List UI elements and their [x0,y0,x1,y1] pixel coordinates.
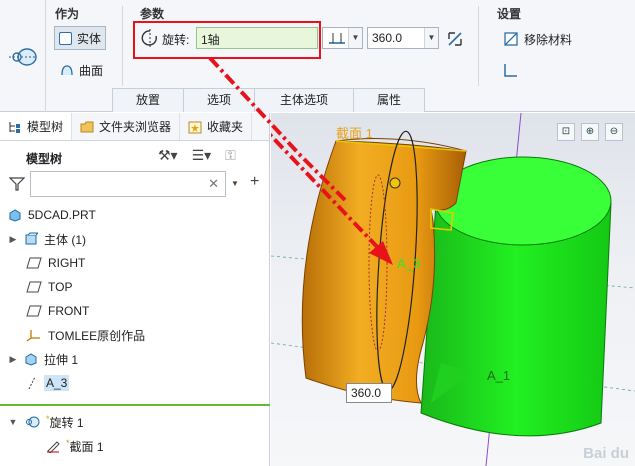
group-title-as: 作为 [55,7,80,21]
chevron-down-icon: ▼ [348,28,362,48]
tab-properties[interactable]: 属性 [353,88,425,112]
panel-tabs: 模型树 文件夹浏览器 收藏夹 [0,113,269,141]
tree-item-body[interactable]: ▶ 主体 (1) [8,229,86,249]
insert-indicator [0,404,270,406]
tab-model-tree-label: 模型树 [27,120,64,134]
surface-button[interactable]: 曲面 [56,58,107,82]
chevron-down-icon[interactable]: ▼ [231,179,239,188]
flip-direction-icon[interactable] [446,30,464,48]
favorites-icon [188,121,202,133]
tree-item-label: TOMLEE原创作品 [48,328,146,343]
tab-options[interactable]: 选项 [183,88,255,112]
model-tree-title: 模型树 [26,152,63,166]
solid-button[interactable]: 实体 [54,26,107,50]
remove-material-icon [504,32,518,46]
datum-axis-icon [28,376,36,390]
tree-columns-icon[interactable]: ☰▾ [192,147,212,164]
tree-item-label: 拉伸 1 [44,352,79,367]
angle-type-icon [329,33,345,44]
sketch-label: 截面 1 [336,126,373,141]
feature-tabs: 放置 选项 主体选项 属性 [112,88,425,112]
part-icon [9,209,21,222]
expand-icon[interactable]: ▶ [8,354,18,365]
model-geometry [271,113,635,466]
tree-item-label: FRONT [48,304,90,318]
tree-item-csys[interactable]: TOMLEE原创作品 [26,325,145,345]
surface-icon [61,65,73,76]
solid-label: 实体 [77,31,102,46]
rotate-label: 旋转: [162,33,190,47]
tree-settings-icon[interactable]: ⚒▾ [158,147,178,164]
tab-favorites[interactable]: 收藏夹 [180,113,253,140]
tab-folder-browser[interactable]: 文件夹浏览器 [72,113,181,140]
tree-search-input[interactable]: ✕ [30,171,226,197]
tree-item-top-plane[interactable]: TOP [26,277,72,297]
folder-icon [80,121,94,132]
clear-icon[interactable]: ✕ [208,176,219,192]
tree-item-part[interactable]: 5DCAD.PRT [8,205,96,225]
tree-item-label: *截面 1 [66,437,104,454]
divider [478,6,479,86]
tree-item-sketch[interactable]: *截面 1 [46,436,104,456]
group-title-params: 参数 [140,7,165,21]
tab-folder-browser-label: 文件夹浏览器 [99,120,172,134]
collapse-icon[interactable]: ▼ [8,417,18,427]
tree-item-label: A_3 [44,375,70,391]
solid-icon [59,31,72,45]
revolve-icon [26,416,40,428]
tree-item-right-plane[interactable]: RIGHT [26,253,85,273]
tree-filter-icon[interactable]: ⚿ [225,147,236,164]
model-tree-panel: 模型树 文件夹浏览器 收藏夹 模型树 ⚒▾ ☰▾ ⚿ ✕ ▼ + 5DCAD.P… [0,113,270,466]
axis-label-a3: A_3 [397,256,421,271]
sketch-icon [47,441,60,453]
tree-item-revolve[interactable]: ▼ *旋转 1 [8,412,84,432]
axis-label-a1: A_1 [487,368,511,383]
expand-icon[interactable]: ▶ [8,234,18,245]
extrude-icon [25,353,37,366]
tree-item-label: 主体 (1) [44,232,87,247]
angle-value: 360.0 [372,31,403,45]
angle-input[interactable]: 360.0 ▼ [367,27,439,49]
group-title-settings: 设置 [497,7,522,21]
tab-model-tree[interactable]: 模型树 [0,113,73,140]
tab-placement[interactable]: 放置 [112,88,184,112]
tree-item-axis[interactable]: A_3 [26,373,70,393]
tree-item-front-plane[interactable]: FRONT [26,301,89,321]
model-tree-icon [9,121,20,133]
rotate-axis-icon [141,29,157,47]
funnel-icon[interactable] [9,177,25,191]
divider [122,6,123,86]
body-icon [25,232,38,245]
remove-material-label: 移除材料 [524,32,573,47]
remove-material-button[interactable]: 移除材料 [499,27,576,51]
add-icon[interactable]: + [250,173,259,191]
tree-item-label: TOP [48,280,73,294]
axis-field[interactable]: 1轴 [196,27,318,49]
surface-label: 曲面 [79,63,104,78]
revolve-feature-icon [9,48,37,66]
tab-body-options[interactable]: 主体选项 [254,88,354,112]
datum-plane-icon [26,257,42,269]
zoom-in-icon[interactable]: ⊕ [581,123,599,141]
datum-plane-icon [26,281,42,293]
datum-plane-icon [26,305,42,317]
angle-type-dropdown[interactable]: ▼ [322,27,363,49]
thicken-sketch-icon[interactable] [503,62,519,78]
revolve-feature-area [0,0,46,112]
graphics-viewport[interactable]: 截面 1 A_3 A_1 360.0 ⊡ ⊕ ⊖ Bai du [271,113,635,466]
angle-popup[interactable]: 360.0 [346,383,392,403]
coordinate-system-icon [26,330,40,342]
tree-item-label: 5DCAD.PRT [28,208,96,222]
tree-item-label: RIGHT [48,256,86,270]
ribbon: 作为 实体 曲面 参数 旋转: 1轴 ▼ 360.0 ▼ 设置 移除材料 放置 … [0,0,635,112]
chevron-down-icon: ▼ [424,28,438,48]
view-toolbar: ⊡ ⊕ ⊖ [557,123,623,141]
zoom-fit-icon[interactable]: ⊡ [557,123,575,141]
tab-favorites-label: 收藏夹 [207,120,244,134]
zoom-out-icon[interactable]: ⊖ [605,123,623,141]
tree-item-label: *旋转 1 [46,413,84,430]
watermark-logo: Bai du [583,445,629,462]
tree-item-extrude[interactable]: ▶ 拉伸 1 [8,349,78,369]
tree-toolbar: ⚒▾ ☰▾ ⚿ [158,147,236,164]
